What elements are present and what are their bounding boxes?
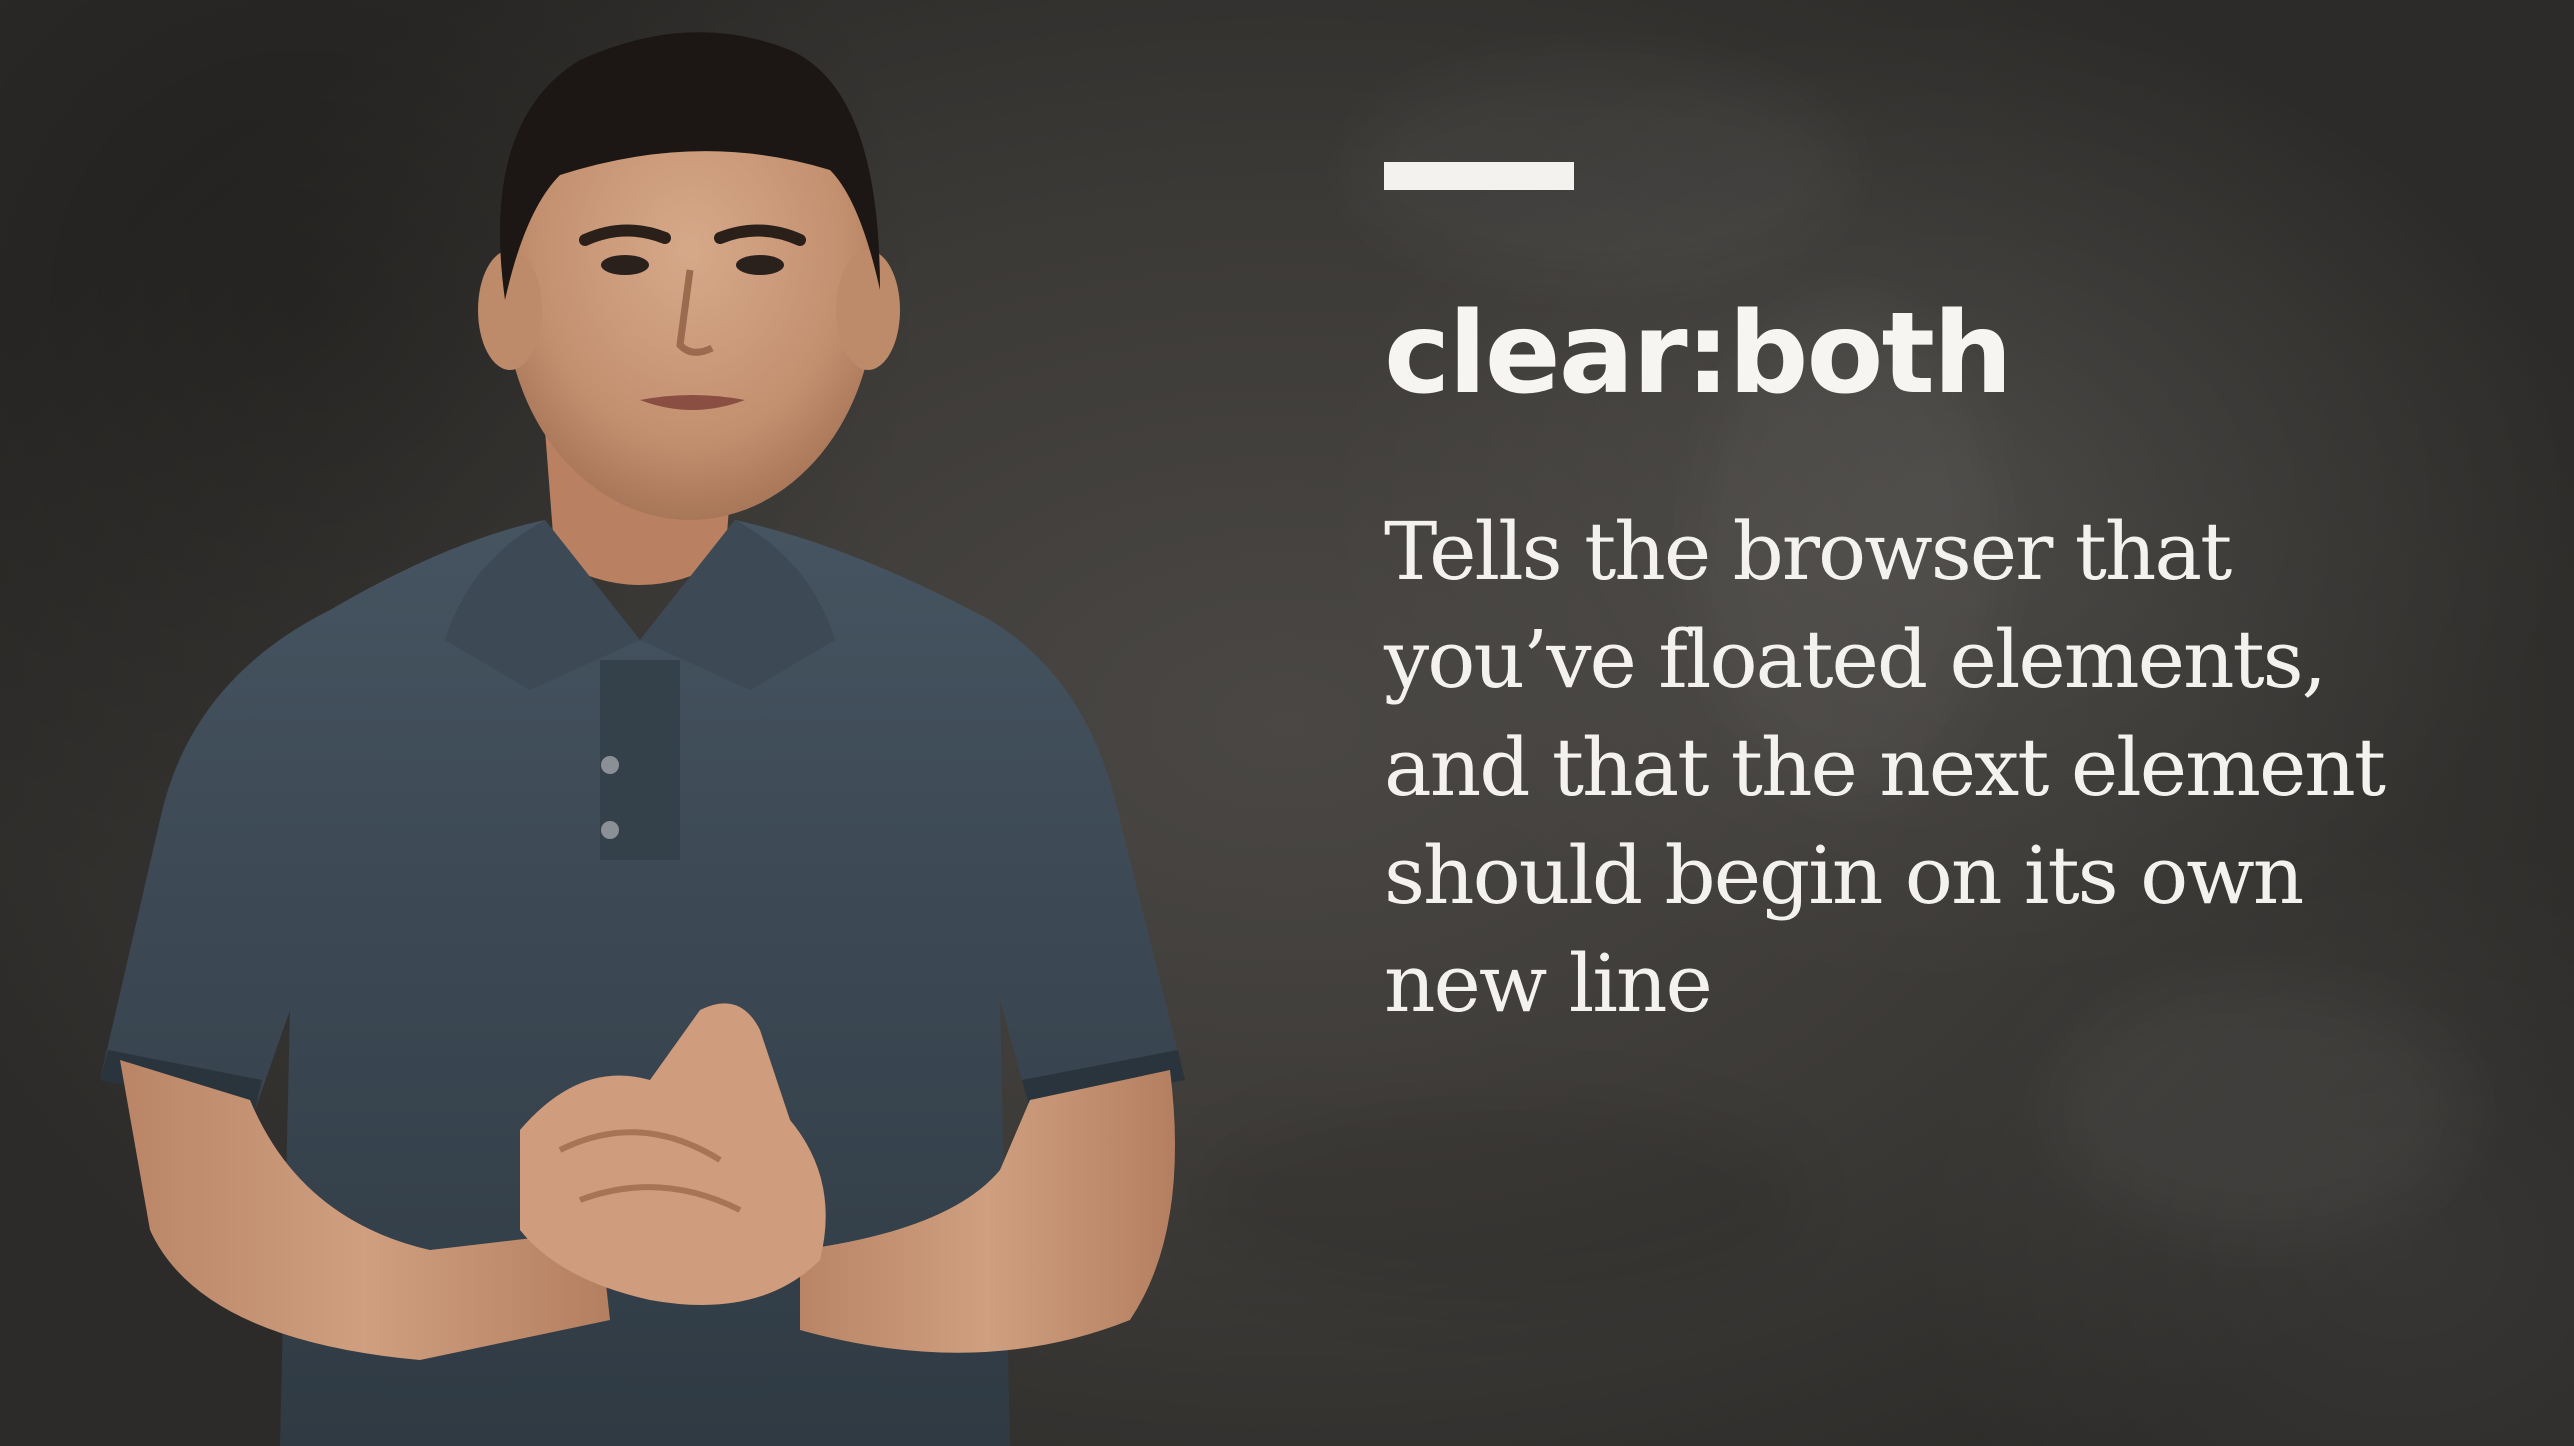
description-line: you’ve floated elements, bbox=[1384, 613, 2327, 706]
slide-description: Tells the browser that you’ve floated el… bbox=[1384, 498, 2504, 1038]
description-line: Tells the browser that bbox=[1384, 505, 2232, 598]
description-line: new line bbox=[1384, 937, 1713, 1030]
description-line: and that the next element bbox=[1384, 721, 2386, 814]
accent-bar bbox=[1384, 162, 1574, 190]
video-frame: clear:both Tells the browser that you’ve… bbox=[0, 0, 2574, 1446]
slide-heading: clear:both bbox=[1384, 289, 2013, 419]
description-line: should begin on its own bbox=[1384, 829, 2304, 922]
presenter bbox=[100, 32, 1185, 1446]
